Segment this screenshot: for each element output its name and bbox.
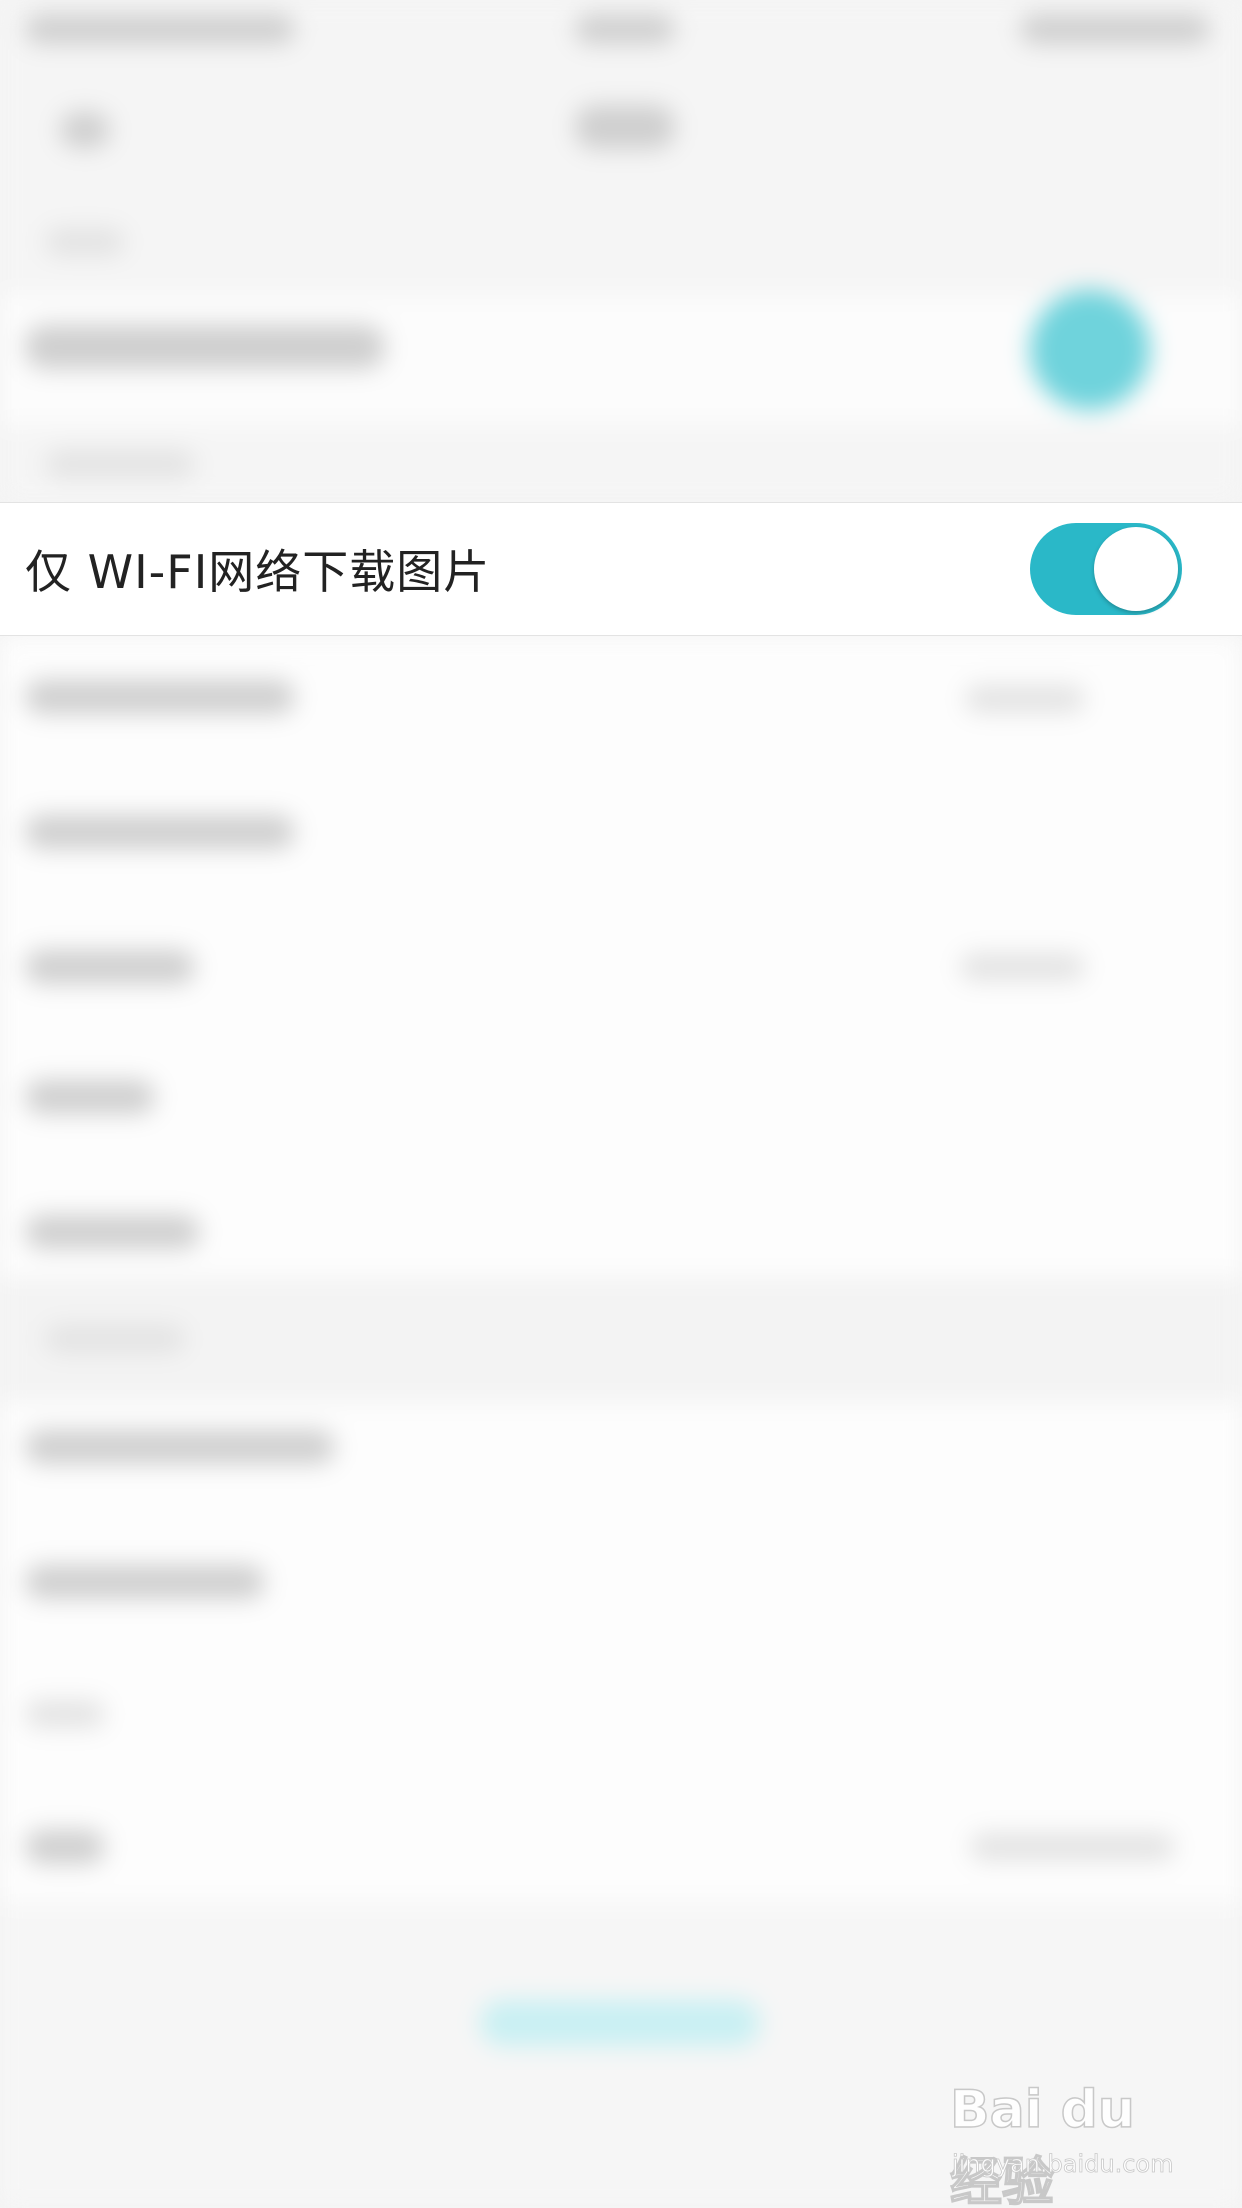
blurred-action-button xyxy=(480,2000,760,2046)
blurred-back-button xyxy=(60,112,110,148)
blurred-section-label xyxy=(45,228,125,256)
toggle-knob[interactable] xyxy=(1094,527,1178,611)
blurred-row-value xyxy=(960,953,1085,981)
blurred-section-divider xyxy=(0,1277,1242,1402)
blurred-row-value xyxy=(965,685,1085,713)
blurred-page-title xyxy=(575,105,675,149)
wifi-only-image-download-toggle[interactable] xyxy=(1030,523,1182,615)
blurred-row-label xyxy=(25,1700,105,1728)
blurred-row-label xyxy=(25,1430,335,1464)
baidu-jingyan-watermark: Bai du 经验 jingyan.baidu.com xyxy=(949,2079,1190,2208)
blurred-section-label xyxy=(45,1325,185,1353)
blurred-header-area xyxy=(0,0,1242,505)
watermark-brand: Bai du 经验 xyxy=(949,2079,1135,2208)
wifi-only-image-download-label: 仅 WI-FI网络下载图片 xyxy=(25,545,491,599)
blurred-status-text xyxy=(25,14,295,44)
blurred-row-label xyxy=(25,1830,105,1864)
watermark-url: jingyan.baidu.com xyxy=(952,2150,1174,2179)
blurred-status-icons xyxy=(1020,14,1210,44)
blurred-section-label xyxy=(45,450,195,478)
wifi-only-image-download-row[interactable]: 仅 WI-FI网络下载图片 xyxy=(0,502,1242,636)
blurred-row-label xyxy=(25,1080,155,1114)
blurred-background xyxy=(0,0,1242,2208)
blurred-row-label xyxy=(25,680,295,714)
blurred-row-value xyxy=(970,1833,1175,1861)
blurred-toggle xyxy=(1030,290,1150,410)
blurred-status-time xyxy=(575,14,675,44)
blurred-row-label xyxy=(25,325,385,369)
blurred-row-label xyxy=(25,1565,265,1599)
blurred-row-label xyxy=(25,1215,200,1249)
blurred-row-label xyxy=(25,950,195,984)
blurred-row-label xyxy=(25,815,295,849)
blurred-settings-list-2 xyxy=(0,1402,1242,1902)
